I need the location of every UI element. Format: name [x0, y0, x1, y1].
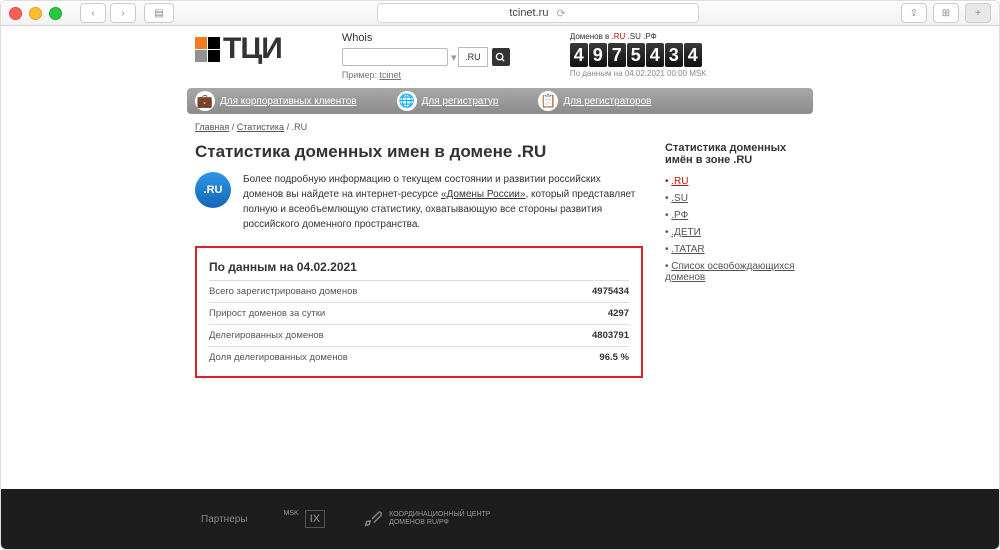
traffic-lights	[9, 7, 62, 20]
search-button[interactable]	[492, 48, 510, 66]
tld-select[interactable]: .RU	[458, 47, 488, 67]
counter-digit: 4	[570, 43, 588, 67]
stat-value: 96.5 %	[599, 352, 629, 363]
rocket-icon	[361, 508, 383, 530]
close-icon[interactable]	[9, 7, 22, 20]
reload-icon[interactable]: ⟳	[556, 7, 565, 20]
domain-counter: Доменов в .RU .SU .РФ 4975434 По данным …	[570, 32, 707, 78]
stat-row: Всего зарегистрировано доменов 4975434	[209, 280, 629, 302]
nav-icon: 🌐	[397, 91, 417, 111]
logo[interactable]: ТЦИ	[195, 32, 282, 66]
stat-value: 4975434	[592, 286, 629, 297]
stat-value: 4297	[608, 308, 629, 319]
sidebar-item[interactable]: • .РФ	[665, 210, 805, 221]
sidebar-button[interactable]: ▤	[144, 3, 174, 23]
breadcrumb: Главная / Статистика / .RU	[195, 122, 805, 132]
whois-input[interactable]	[342, 48, 448, 66]
partners-label: Партнеры	[201, 514, 248, 525]
stats-heading: По данным на 04.02.2021	[209, 260, 629, 274]
page-title: Статистика доменных имен в домене .RU	[195, 142, 643, 162]
sidebar: Статистика доменных имён в зоне .RU • .R…	[665, 138, 805, 378]
minimize-icon[interactable]	[29, 7, 42, 20]
whois-form: Whois ▾ .RU Пример: tcinet	[342, 32, 510, 80]
share-button[interactable]: ⇪	[901, 3, 927, 23]
stat-label: Доля делегированных доменов	[209, 352, 348, 363]
url-text: tcinet.ru	[509, 7, 548, 19]
tabs-button[interactable]: ⊞	[933, 3, 959, 23]
counter-digit: 3	[665, 43, 683, 67]
whois-example: Пример: tcinet	[342, 70, 510, 80]
stats-box: По данным на 04.02.2021 Всего зарегистри…	[195, 246, 643, 378]
sidebar-item[interactable]: • .ДЕТИ	[665, 227, 805, 238]
back-button[interactable]: ‹	[80, 3, 106, 23]
counter-digit: 4	[646, 43, 664, 67]
safari-window: ‹ › ▤ tcinet.ru ⟳ ⇪ ⊞ + ТЦИ Whois	[0, 0, 1000, 550]
sidebar-heading: Статистика доменных имён в зоне .RU	[665, 142, 805, 166]
site-header: ТЦИ Whois ▾ .RU Пример: tcinet Доменов в…	[195, 32, 805, 80]
ru-badge-icon: .RU	[195, 172, 231, 208]
stat-row: Прирост доменов за сутки 4297	[209, 302, 629, 324]
counter-digit: 9	[589, 43, 607, 67]
main-column: Статистика доменных имен в домене .RU .R…	[195, 138, 643, 378]
nav-item[interactable]: 🌐Для регистратур	[397, 91, 499, 111]
counter-digit: 4	[684, 43, 702, 67]
sidebar-item[interactable]: • .TATAR	[665, 244, 805, 255]
intro-block: .RU Более подробную информацию о текущем…	[195, 172, 643, 232]
main-nav: 💼Для корпоративных клиентов 🌐Для регистра…	[187, 88, 813, 114]
stat-label: Прирост доменов за сутки	[209, 308, 325, 319]
stat-row: Доля делегированных доменов 96.5 %	[209, 346, 629, 368]
stat-label: Делегированных доменов	[209, 330, 324, 341]
maximize-icon[interactable]	[49, 7, 62, 20]
partner-cctld[interactable]: КООРДИНАЦИОННЫЙ ЦЕНТР ДОМЕНОВ RU/РФ	[361, 508, 490, 530]
logo-text: ТЦИ	[223, 32, 282, 66]
mskix-icon: IX	[305, 510, 325, 528]
breadcrumb-link[interactable]: Главная	[195, 122, 229, 132]
dropdown-icon[interactable]: ▾	[450, 51, 458, 64]
partner-mskix[interactable]: MSK IX	[284, 510, 326, 528]
sidebar-item[interactable]: • Список освобождающихся доменов	[665, 261, 805, 283]
counter-digit: 5	[627, 43, 645, 67]
nav-item[interactable]: 💼Для корпоративных клиентов	[195, 91, 357, 111]
newtab-button[interactable]: +	[965, 3, 991, 23]
domains-rossii-link[interactable]: «Домены России»	[441, 189, 525, 200]
nav-buttons: ‹ ›	[80, 3, 136, 23]
nav-icon: 📋	[538, 91, 558, 111]
logo-icon	[195, 37, 220, 62]
address-bar[interactable]: tcinet.ru ⟳	[377, 3, 699, 23]
nav-icon: 💼	[195, 91, 215, 111]
forward-button[interactable]: ›	[110, 3, 136, 23]
sidebar-item[interactable]: • .SU	[665, 193, 805, 204]
breadcrumb-link[interactable]: Статистика	[237, 122, 284, 132]
counter-legend: Доменов в .RU .SU .РФ	[570, 32, 657, 41]
counter-digit: 7	[608, 43, 626, 67]
counter-digits: 4975434	[570, 43, 702, 67]
sidebar-item[interactable]: • .RU	[665, 176, 805, 187]
intro-text: Более подробную информацию о текущем сос…	[243, 172, 643, 232]
breadcrumb-current: .RU	[292, 122, 308, 132]
whois-label: Whois	[342, 32, 510, 44]
stat-label: Всего зарегистрировано доменов	[209, 286, 357, 297]
nav-item[interactable]: 📋Для регистраторов	[538, 91, 651, 111]
stat-row: Делегированных доменов 4803791	[209, 324, 629, 346]
search-icon	[495, 52, 506, 63]
titlebar: ‹ › ▤ tcinet.ru ⟳ ⇪ ⊞ +	[1, 1, 999, 26]
site-footer: Партнеры MSK IX КООРДИНАЦИОННЫЙ ЦЕНТР ДО…	[1, 489, 999, 549]
content-area: Статистика доменных имен в домене .RU .R…	[195, 138, 805, 378]
stat-value: 4803791	[592, 330, 629, 341]
page-content: ТЦИ Whois ▾ .RU Пример: tcinet Доменов в…	[1, 26, 999, 490]
counter-timestamp: По данным на 04.02.2021 00:00 MSK	[570, 69, 707, 78]
